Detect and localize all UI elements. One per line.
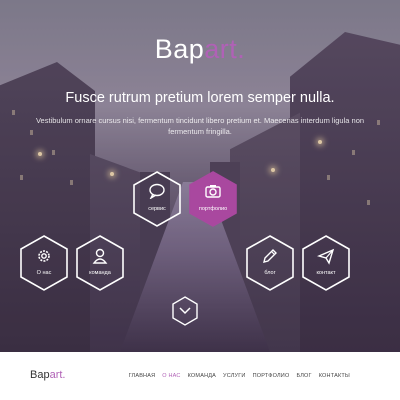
hero-logo[interactable]: Bapart.: [0, 34, 400, 65]
hex-contact-button[interactable]: контакт: [300, 234, 352, 292]
hex-service-button[interactable]: сервис: [131, 170, 183, 228]
hex-team-button[interactable]: команда: [74, 234, 126, 292]
user-icon: [74, 247, 126, 270]
hex-about-button[interactable]: О нас: [18, 234, 70, 292]
hero-headline: Fusce rutrum pretium lorem semper nulla.: [65, 90, 335, 106]
hex-about-label: О нас: [36, 270, 52, 276]
chat-bubble-icon: [131, 183, 183, 204]
hex-team-label: команда: [89, 270, 111, 276]
hex-contact-label: контакт: [316, 270, 336, 276]
hex-service-label: сервис: [148, 206, 166, 212]
chevron-down-icon: [179, 307, 191, 315]
nav-item-services[interactable]: УСЛУГИ: [223, 373, 246, 379]
gear-icon: [18, 247, 70, 270]
bottom-navbar: Bapart. ГЛАВНАЯ О НАС КОМАНДА УСЛУГИ ПОР…: [0, 352, 400, 400]
navbar-menu: ГЛАВНАЯ О НАС КОМАНДА УСЛУГИ ПОРТФОЛИО Б…: [129, 373, 350, 379]
navbar-logo[interactable]: Bapart.: [30, 369, 65, 381]
nav-item-team[interactable]: КОМАНДА: [188, 373, 216, 379]
nav-item-portfolio[interactable]: ПОРТФОЛИО: [253, 373, 290, 379]
hero-subtext: Vestibulum ornare cursus nisi, fermentum…: [35, 116, 365, 136]
nav-item-blog[interactable]: БЛОГ: [296, 373, 311, 379]
nav-item-about[interactable]: О НАС: [162, 373, 180, 379]
hex-portfolio-label: портфолио: [198, 206, 228, 212]
hex-blog-button[interactable]: блог: [244, 234, 296, 292]
nav-item-home[interactable]: ГЛАВНАЯ: [129, 373, 156, 379]
hero-section: Bapart. Fusce rutrum pretium lorem sempe…: [0, 0, 400, 352]
scroll-down-button[interactable]: [171, 296, 199, 326]
pencil-icon: [244, 247, 296, 270]
nav-item-contacts[interactable]: КОНТАКТЫ: [319, 373, 350, 379]
paper-plane-icon: [300, 247, 352, 270]
hex-blog-label: блог: [264, 270, 276, 276]
hex-portfolio-button[interactable]: портфолио: [187, 170, 239, 228]
camera-icon: [187, 183, 239, 204]
